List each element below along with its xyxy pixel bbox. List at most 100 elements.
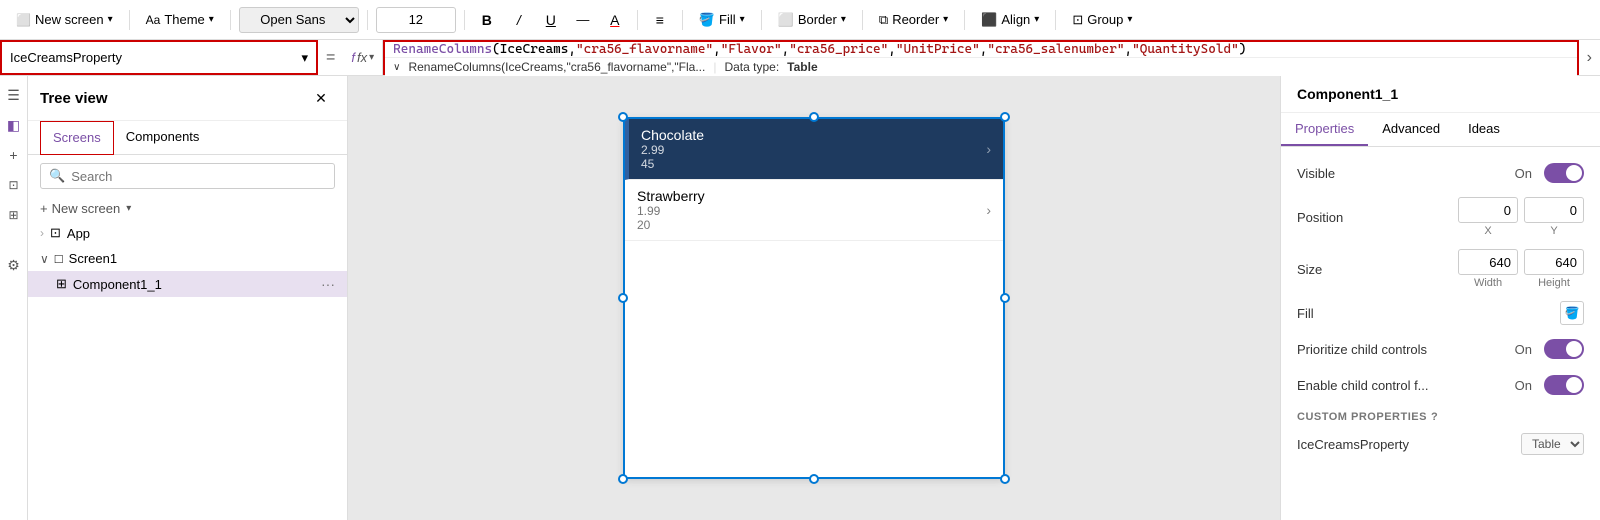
- reorder-label: Reorder: [892, 12, 939, 27]
- y-label: Y: [1550, 225, 1557, 237]
- visible-toggle[interactable]: [1544, 163, 1584, 183]
- hamburger-menu-icon[interactable]: ☰: [3, 84, 25, 106]
- text-align-button[interactable]: ≡: [646, 6, 674, 34]
- size-width-input[interactable]: [1458, 249, 1518, 275]
- component-more-icon[interactable]: ···: [321, 276, 335, 292]
- tree-item-component1-1[interactable]: ⊞ Component1_1 ···: [28, 271, 347, 297]
- list-item-strawberry-chevron-icon: ›: [986, 202, 991, 218]
- fx-chevron-icon: ▾: [369, 52, 374, 63]
- search-input[interactable]: [71, 169, 326, 184]
- strikethrough-button[interactable]: —: [569, 6, 597, 34]
- tab-ideas[interactable]: Ideas: [1454, 113, 1514, 146]
- prioritize-toggle[interactable]: [1544, 339, 1584, 359]
- group-label: Group: [1087, 12, 1123, 27]
- new-screen-button[interactable]: ⬜ New screen ▾: [8, 8, 121, 31]
- prioritize-label: Prioritize child controls: [1297, 342, 1427, 357]
- handle-top-left[interactable]: [618, 112, 628, 122]
- separator-1: [129, 10, 130, 30]
- tab-properties[interactable]: Properties: [1281, 113, 1368, 146]
- size-height-input[interactable]: [1524, 249, 1584, 275]
- data-type-value: Table: [787, 60, 817, 74]
- tree-title: Tree view: [40, 90, 108, 107]
- handle-top-middle[interactable]: [809, 112, 819, 122]
- group-chevron-icon: ▾: [1127, 14, 1132, 25]
- handle-top-right[interactable]: [1000, 112, 1010, 122]
- tree-item-app[interactable]: › ⊡ App: [28, 220, 347, 246]
- tree-items: › ⊡ App ∨ □ Screen1 ⊞ Component1_1 ···: [28, 220, 347, 520]
- reorder-chevron-icon: ▾: [943, 14, 948, 25]
- align-button[interactable]: ⬛ Align ▾: [973, 8, 1047, 32]
- screen1-expand-icon: ∨: [40, 252, 49, 266]
- handle-middle-left[interactable]: [618, 293, 628, 303]
- handle-bottom-right[interactable]: [1000, 474, 1010, 484]
- group-icon: ⊡: [1072, 12, 1083, 28]
- position-y-input[interactable]: [1524, 197, 1584, 223]
- custom-prop-ice-cream-select[interactable]: Table: [1521, 433, 1584, 455]
- handle-middle-right[interactable]: [1000, 293, 1010, 303]
- list-item-strawberry-price: 1.99: [637, 204, 705, 218]
- right-panel: Component1_1 Properties Advanced Ideas V…: [1280, 76, 1600, 520]
- enable-child-toggle[interactable]: [1544, 375, 1584, 395]
- align-chevron-icon: ▾: [1034, 14, 1039, 25]
- tree-close-button[interactable]: ✕: [307, 84, 335, 112]
- custom-properties-help-icon[interactable]: ?: [1431, 411, 1438, 423]
- separator-2: [230, 10, 231, 30]
- handle-bottom-left[interactable]: [618, 474, 628, 484]
- settings-icon[interactable]: ⚙: [3, 254, 25, 276]
- separator-5: [637, 10, 638, 30]
- italic-button[interactable]: /: [505, 6, 533, 34]
- prop-prioritize-row: Prioritize child controls On: [1281, 331, 1600, 367]
- left-icon-panel: ☰ ◧ + ⊡ ⊞ ⚙: [0, 76, 28, 520]
- position-x-input[interactable]: [1458, 197, 1518, 223]
- reorder-icon: ⧉: [879, 12, 888, 28]
- theme-button[interactable]: Aa Theme ▾: [138, 8, 222, 31]
- component-title: Component1_1: [1297, 86, 1398, 102]
- data-icon[interactable]: ⊡: [3, 174, 25, 196]
- property-name: IceCreamsProperty: [10, 50, 122, 65]
- autocomplete-chevron-icon: ∨: [393, 62, 400, 73]
- fx-button[interactable]: f fx ▾: [343, 40, 383, 75]
- fill-swatch[interactable]: 🪣: [1560, 301, 1584, 325]
- handle-bottom-middle[interactable]: [809, 474, 819, 484]
- list-item-strawberry[interactable]: Strawberry 1.99 20 ›: [625, 180, 1003, 241]
- components-icon[interactable]: ⊞: [3, 204, 25, 226]
- fill-button[interactable]: 🪣 Fill ▾: [691, 8, 753, 32]
- reorder-button[interactable]: ⧉ Reorder ▾: [871, 8, 956, 32]
- position-y-group: Y: [1524, 197, 1584, 237]
- group-button[interactable]: ⊡ Group ▾: [1064, 8, 1140, 32]
- formula-input[interactable]: RenameColumns(IceCreams,"cra56_flavornam…: [385, 42, 1577, 57]
- tab-advanced[interactable]: Advanced: [1368, 113, 1454, 146]
- tab-components[interactable]: Components: [114, 121, 212, 154]
- height-label: Height: [1538, 277, 1570, 289]
- border-button[interactable]: ⬜ Border ▾: [770, 8, 854, 32]
- bold-button[interactable]: B: [473, 6, 501, 34]
- tree-item-component1-1-label: Component1_1: [73, 277, 315, 292]
- tab-screens[interactable]: Screens: [40, 121, 114, 155]
- formula-expand-button[interactable]: ›: [1579, 49, 1600, 67]
- tree-item-screen1[interactable]: ∨ □ Screen1: [28, 246, 347, 271]
- property-selector[interactable]: IceCreamsProperty ▾: [0, 40, 318, 75]
- formula-arg6: "cra56_salenumber": [987, 42, 1124, 57]
- font-family-select[interactable]: Open Sans: [239, 7, 359, 33]
- screen-icon: ⬜: [16, 13, 31, 27]
- custom-properties-section: CUSTOM PROPERTIES ?: [1281, 403, 1600, 427]
- position-x-group: X: [1458, 197, 1518, 237]
- formula-arg4: "cra56_price": [789, 42, 888, 57]
- font-color-button[interactable]: A: [601, 6, 629, 34]
- list-item-chocolate[interactable]: Chocolate 2.99 45 ›: [625, 119, 1003, 180]
- prop-size-row: Size Width Height: [1281, 243, 1600, 295]
- layers-icon[interactable]: ◧: [3, 114, 25, 136]
- new-screen-tree-label: New screen: [52, 201, 121, 216]
- size-height-group: Height: [1524, 249, 1584, 289]
- canvas-frame[interactable]: Chocolate 2.99 45 › Strawberry 1.99 20 ›: [624, 118, 1004, 478]
- new-screen-tree-button[interactable]: + New screen ▾: [28, 197, 347, 220]
- x-label: X: [1484, 225, 1491, 237]
- underline-button[interactable]: U: [537, 6, 565, 34]
- formula-comma4: ,: [888, 42, 896, 57]
- list-item-strawberry-title: Strawberry: [637, 188, 705, 204]
- add-icon[interactable]: +: [3, 144, 25, 166]
- properties-content: Visible On Position X Y: [1281, 147, 1600, 520]
- font-size-input[interactable]: [376, 7, 456, 33]
- custom-properties-title: CUSTOM PROPERTIES: [1297, 411, 1427, 423]
- fill-prop-label: Fill: [1297, 306, 1314, 321]
